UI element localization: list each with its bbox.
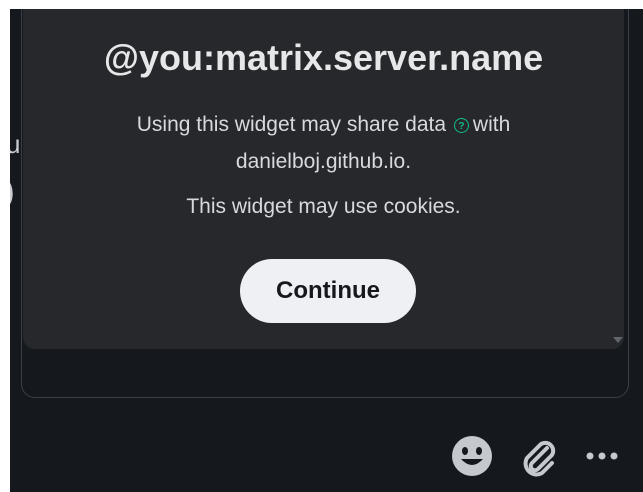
emoji-icon[interactable] — [450, 434, 494, 478]
more-options-icon[interactable] — [580, 434, 624, 478]
share-notice-suffix: with — [472, 113, 511, 136]
app-window: u ) @you:matrix.server.name Using this w… — [10, 9, 643, 492]
widget-host: danielboj.github.io. — [235, 150, 412, 173]
user-id-heading: @you:matrix.server.name — [103, 37, 544, 78]
cookies-notice: This widget may use cookies. — [186, 195, 461, 218]
truncated-symbol: ) — [10, 175, 15, 207]
truncated-text: u — [10, 129, 21, 159]
widget-permission-card: @you:matrix.server.name Using this widge… — [23, 9, 624, 349]
scroll-down-arrow-icon[interactable] — [613, 337, 623, 343]
continue-button[interactable]: Continue — [240, 259, 416, 323]
help-icon[interactable]: ? — [453, 117, 469, 133]
attachment-icon[interactable] — [516, 434, 560, 478]
share-notice-prefix: Using this widget may share data — [136, 113, 447, 136]
share-data-notice: Using this widget may share data ? with d… — [23, 106, 624, 180]
